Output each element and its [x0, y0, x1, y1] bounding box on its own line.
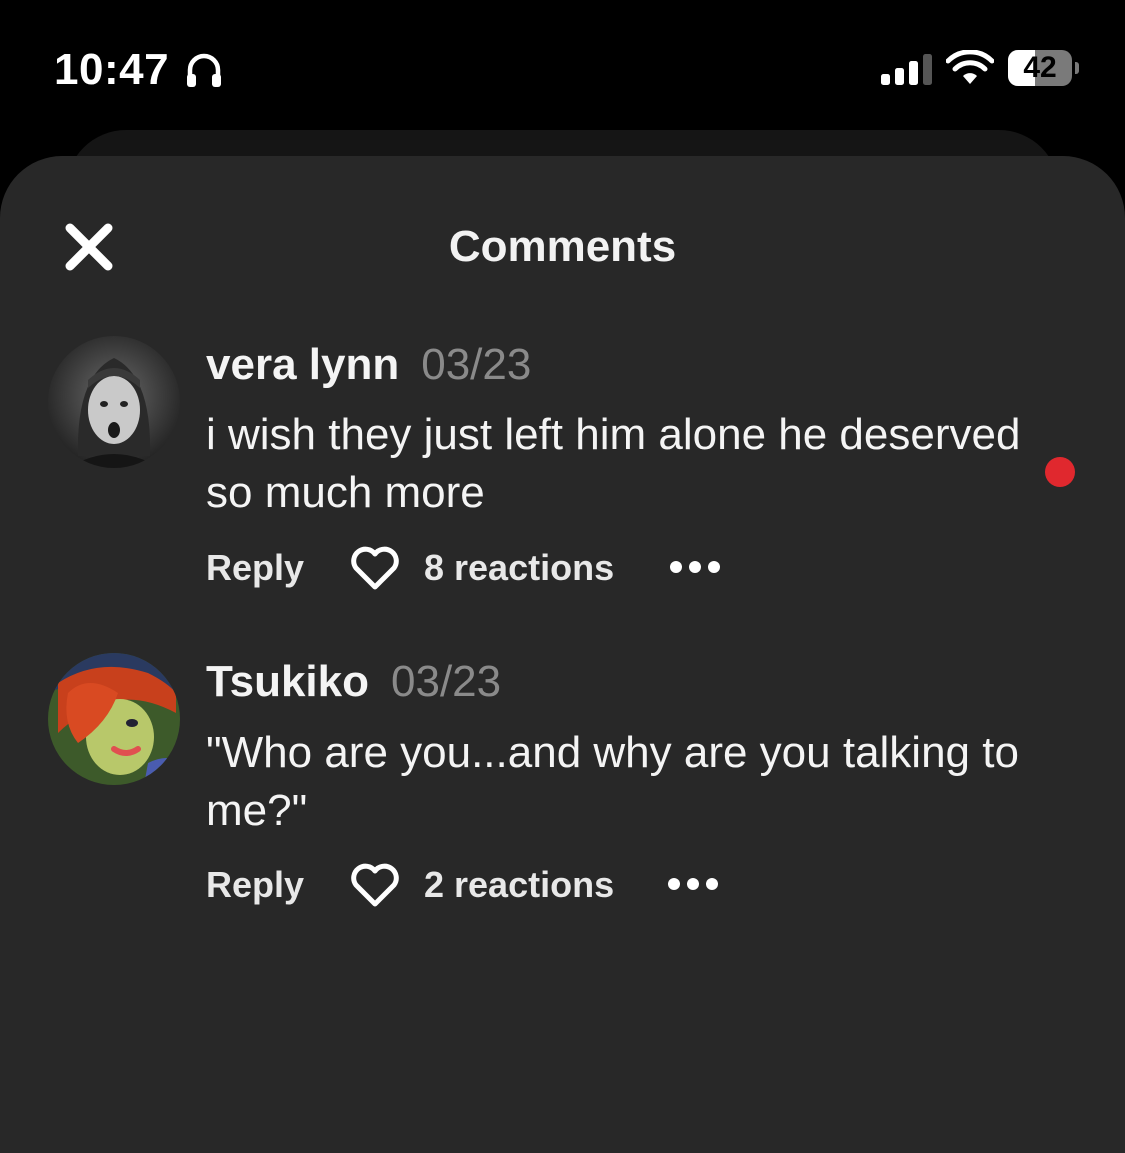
- cellular-signal-icon: [881, 54, 932, 85]
- reactions-count[interactable]: 2 reactions: [424, 860, 614, 910]
- battery-icon: 42: [1008, 50, 1079, 86]
- wifi-icon: [946, 50, 994, 84]
- battery-nub: [1075, 62, 1079, 74]
- heart-icon[interactable]: [350, 862, 400, 908]
- battery-level: 42: [1023, 51, 1057, 84]
- comment-username[interactable]: Tsukiko: [206, 657, 369, 706]
- comment-date: 03/23: [391, 657, 502, 706]
- comment-text: "Who are you...and why are you talking t…: [206, 728, 1019, 835]
- comment-date: 03/23: [421, 340, 532, 389]
- battery-body: 42: [1008, 50, 1072, 86]
- heart-icon[interactable]: [350, 545, 400, 591]
- status-bar: 10:47 42: [0, 0, 1125, 130]
- headphones-icon: [187, 53, 221, 87]
- avatar[interactable]: [48, 336, 180, 468]
- reply-button[interactable]: Reply: [206, 860, 304, 910]
- status-time: 10:47: [54, 45, 170, 94]
- comment-header: Tsukiko 03/23: [206, 657, 501, 707]
- more-options-icon[interactable]: [666, 876, 720, 892]
- reactions-count[interactable]: 8 reactions: [424, 543, 614, 593]
- avatar[interactable]: [48, 653, 180, 785]
- comments-sheet: [0, 156, 1125, 1153]
- comment-header: vera lynn 03/23: [206, 340, 531, 390]
- unread-indicator: [1045, 457, 1075, 487]
- more-options-icon[interactable]: [668, 559, 722, 575]
- sheet-title: Comments: [448, 222, 677, 271]
- comment-text: i wish they just left him alone he deser…: [206, 410, 1021, 517]
- comment-username[interactable]: vera lynn: [206, 340, 399, 389]
- reply-button[interactable]: Reply: [206, 543, 304, 593]
